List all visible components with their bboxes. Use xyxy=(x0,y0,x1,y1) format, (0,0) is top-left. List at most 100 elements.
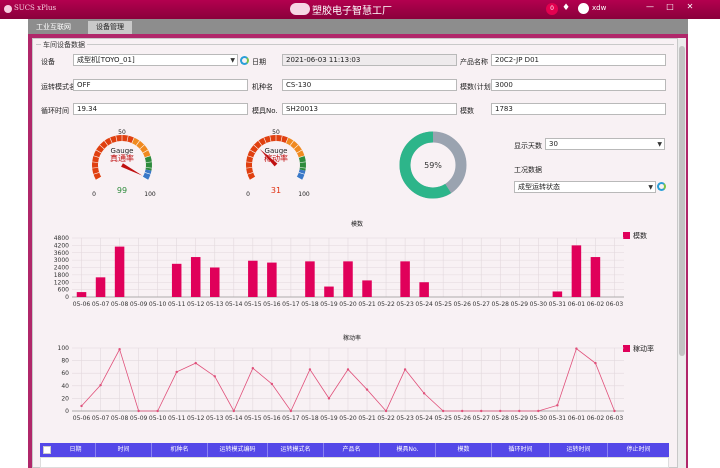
select-all-checkbox[interactable] xyxy=(43,446,51,454)
gauge-mid-label: 50 xyxy=(272,129,280,136)
column-header[interactable]: 停止时间 xyxy=(608,443,669,457)
bell-icon[interactable]: ♦ xyxy=(562,3,574,15)
data-point xyxy=(499,409,502,413)
bar xyxy=(400,261,410,297)
gauge-value-label: 31 xyxy=(271,186,281,195)
plan-label: 模数(计划 xyxy=(460,83,491,91)
data-point xyxy=(461,409,464,413)
equipment-select[interactable]: 成型机[TOYO_01] ▼ xyxy=(73,54,238,66)
x-tick-label: 05-09 xyxy=(130,415,148,422)
column-header[interactable]: 运转模式名 xyxy=(268,443,324,457)
table-row[interactable] xyxy=(40,457,669,468)
notification-badge[interactable]: 0 xyxy=(546,3,558,15)
x-tick-label: 05-15 xyxy=(244,415,262,422)
brand-mascot-icon xyxy=(290,3,310,15)
tab-equipment-management[interactable]: 设备管理 xyxy=(88,21,132,34)
data-point xyxy=(251,366,255,370)
x-tick-label: 05-10 xyxy=(149,301,167,308)
refresh-icon[interactable] xyxy=(657,182,666,191)
section-title: 车间设备数据 xyxy=(41,40,87,50)
data-point xyxy=(137,409,140,413)
bar xyxy=(267,262,277,297)
y-tick-label: 3000 xyxy=(54,257,69,264)
x-tick-label: 05-07 xyxy=(92,301,110,308)
x-tick-label: 05-15 xyxy=(244,301,262,308)
x-tick-label: 05-08 xyxy=(111,415,129,422)
mold-field[interactable]: SH20013 xyxy=(282,103,457,115)
gauge-band xyxy=(142,169,152,180)
bar xyxy=(590,257,601,297)
scrollbar-thumb[interactable] xyxy=(679,46,685,356)
x-tick-label: 06-01 xyxy=(568,415,586,422)
mold-label: 模具No. xyxy=(252,107,278,115)
line-legend-label: 稼动率 xyxy=(633,345,654,353)
process-label: 工况数据 xyxy=(514,166,542,174)
x-tick-label: 05-21 xyxy=(358,415,376,422)
gauge-utilization: 050100Gauge稼动率31 xyxy=(246,129,310,198)
user-avatar[interactable] xyxy=(578,3,589,14)
bar xyxy=(190,257,201,297)
bar xyxy=(114,246,125,297)
process-select[interactable]: 成型运转状态 ▼ xyxy=(514,181,656,193)
y-tick-label: 3600 xyxy=(54,250,69,257)
data-point xyxy=(99,383,102,387)
gauge-band xyxy=(296,169,306,180)
app-title: 塑胶电子智慧工厂 xyxy=(312,6,392,17)
bar xyxy=(305,261,315,297)
data-point xyxy=(480,409,483,413)
data-table-header: 日期 时间 机种名 运转模式编码 运转模式名 产品名 模具No. 模数 循环时间… xyxy=(40,443,669,457)
column-header[interactable]: 日期 xyxy=(56,443,96,457)
count-label: 模数 xyxy=(460,107,474,115)
refresh-icon[interactable] xyxy=(240,56,249,65)
title-bar: SUCS xPlus 塑胶电子智慧工厂 0 ♦ xdw — □ ✕ xyxy=(0,0,720,19)
gauge-yield: 050100Gauge真通率99 xyxy=(92,129,156,198)
x-tick-label: 06-02 xyxy=(587,415,605,422)
tab-industrial-internet[interactable]: 工业互联网 xyxy=(28,21,79,34)
data-point xyxy=(422,392,426,395)
cycle-field[interactable]: 19.34 xyxy=(73,103,248,115)
y-tick-label: 100 xyxy=(58,345,70,352)
days-select[interactable]: 30 ▼ xyxy=(545,138,665,150)
close-icon[interactable]: ✕ xyxy=(680,0,700,14)
x-tick-label: 05-27 xyxy=(473,301,491,308)
column-header[interactable]: 产品名 xyxy=(324,443,380,457)
column-header[interactable]: 循环时间 xyxy=(492,443,550,457)
model-field[interactable]: CS-130 xyxy=(282,79,457,91)
x-tick-label: 05-07 xyxy=(92,415,110,422)
count-field[interactable]: 1783 xyxy=(491,103,666,115)
maximize-icon[interactable]: □ xyxy=(660,0,680,14)
gauge-min-label: 0 xyxy=(92,191,96,198)
x-tick-label: 05-30 xyxy=(530,301,548,308)
column-header[interactable]: 运转时间 xyxy=(550,443,608,457)
bar xyxy=(419,282,429,297)
column-header[interactable]: 机种名 xyxy=(152,443,208,457)
gauge-max-label: 100 xyxy=(144,191,156,198)
data-point xyxy=(346,368,350,371)
column-header[interactable]: 时间 xyxy=(96,443,152,457)
mode-field[interactable]: OFF xyxy=(73,79,248,91)
bar xyxy=(210,267,220,297)
gauge-mid-label: 50 xyxy=(118,129,126,136)
user-name[interactable]: xdw xyxy=(592,4,606,12)
column-header[interactable]: 运转模式编码 xyxy=(208,443,268,457)
plan-field[interactable]: 3000 xyxy=(491,79,666,91)
x-tick-label: 05-12 xyxy=(187,415,205,422)
bar xyxy=(171,263,182,297)
product-field[interactable]: 20C2-JP D01 xyxy=(491,54,666,66)
data-point xyxy=(213,375,216,378)
vertical-scrollbar[interactable] xyxy=(678,38,686,468)
x-tick-label: 05-25 xyxy=(434,415,452,422)
date-field[interactable]: 2021-06-03 11:13:03 xyxy=(282,54,457,66)
y-tick-label: 4200 xyxy=(54,242,69,249)
line-chart: 02040608010005-06 05-07 05-08 05-09 05-10 05-… xyxy=(58,345,624,422)
x-tick-label: 05-24 xyxy=(415,415,433,422)
group-border xyxy=(36,44,674,45)
x-tick-label: 06-02 xyxy=(587,301,605,308)
data-point xyxy=(365,388,369,391)
x-tick-label: 05-26 xyxy=(453,301,471,308)
x-tick-label: 05-13 xyxy=(206,301,224,308)
column-header[interactable]: 模数 xyxy=(436,443,492,457)
column-header[interactable]: 模具No. xyxy=(380,443,436,457)
data-point xyxy=(327,397,331,400)
minimize-icon[interactable]: — xyxy=(640,0,660,14)
